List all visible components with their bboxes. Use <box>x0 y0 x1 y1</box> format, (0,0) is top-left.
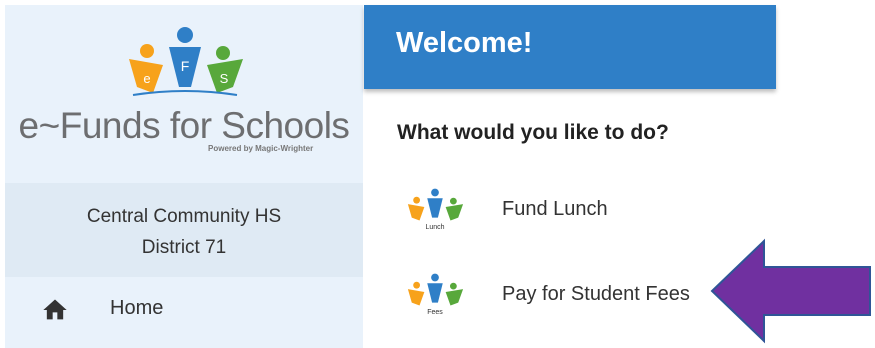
welcome-header: Welcome! <box>364 5 776 89</box>
fund-lunch-action[interactable]: Lunch Fund Lunch <box>405 187 735 239</box>
district-number: District 71 <box>141 237 227 258</box>
fees-thumbnail: Fees <box>405 272 465 322</box>
efs-logo-figures-icon: F e S <box>129 27 243 96</box>
sidebar-item-home[interactable]: Home <box>5 277 363 347</box>
sidebar-item-home-label: Home <box>110 297 164 319</box>
fund-lunch-label: Fund Lunch <box>502 198 608 220</box>
efs-logo: F e S e~Funds for Schools Powered by Mag… <box>5 5 363 183</box>
action-prompt: What would you like to do? <box>397 121 669 144</box>
home-icon <box>43 299 67 320</box>
lunch-thumbnail-caption: Lunch <box>425 224 445 231</box>
svg-text:e: e <box>143 71 150 86</box>
pay-student-fees-label: Pay for Student Fees <box>502 283 690 305</box>
pay-student-fees-action[interactable]: Fees Pay for Student Fees <box>405 272 735 324</box>
svg-text:S: S <box>220 71 229 86</box>
efs-mini-logo-icon <box>407 273 464 306</box>
efs-mini-logo-icon <box>407 188 464 221</box>
fees-thumbnail-caption: Fees <box>427 309 443 316</box>
page-title: Welcome! <box>396 27 533 59</box>
left-arrow-annotation-icon <box>710 238 871 344</box>
logo-title: e~Funds for Schools <box>18 105 350 146</box>
sidebar: F e S e~Funds for Schools Powered by Mag… <box>5 5 363 348</box>
district-info: Central Community HS District 71 <box>5 183 363 277</box>
district-school-name: Central Community HS <box>86 206 282 227</box>
svg-text:F: F <box>181 58 190 74</box>
lunch-thumbnail: Lunch <box>405 187 465 237</box>
logo-subtitle: Powered by Magic-Wrighter <box>208 144 314 153</box>
